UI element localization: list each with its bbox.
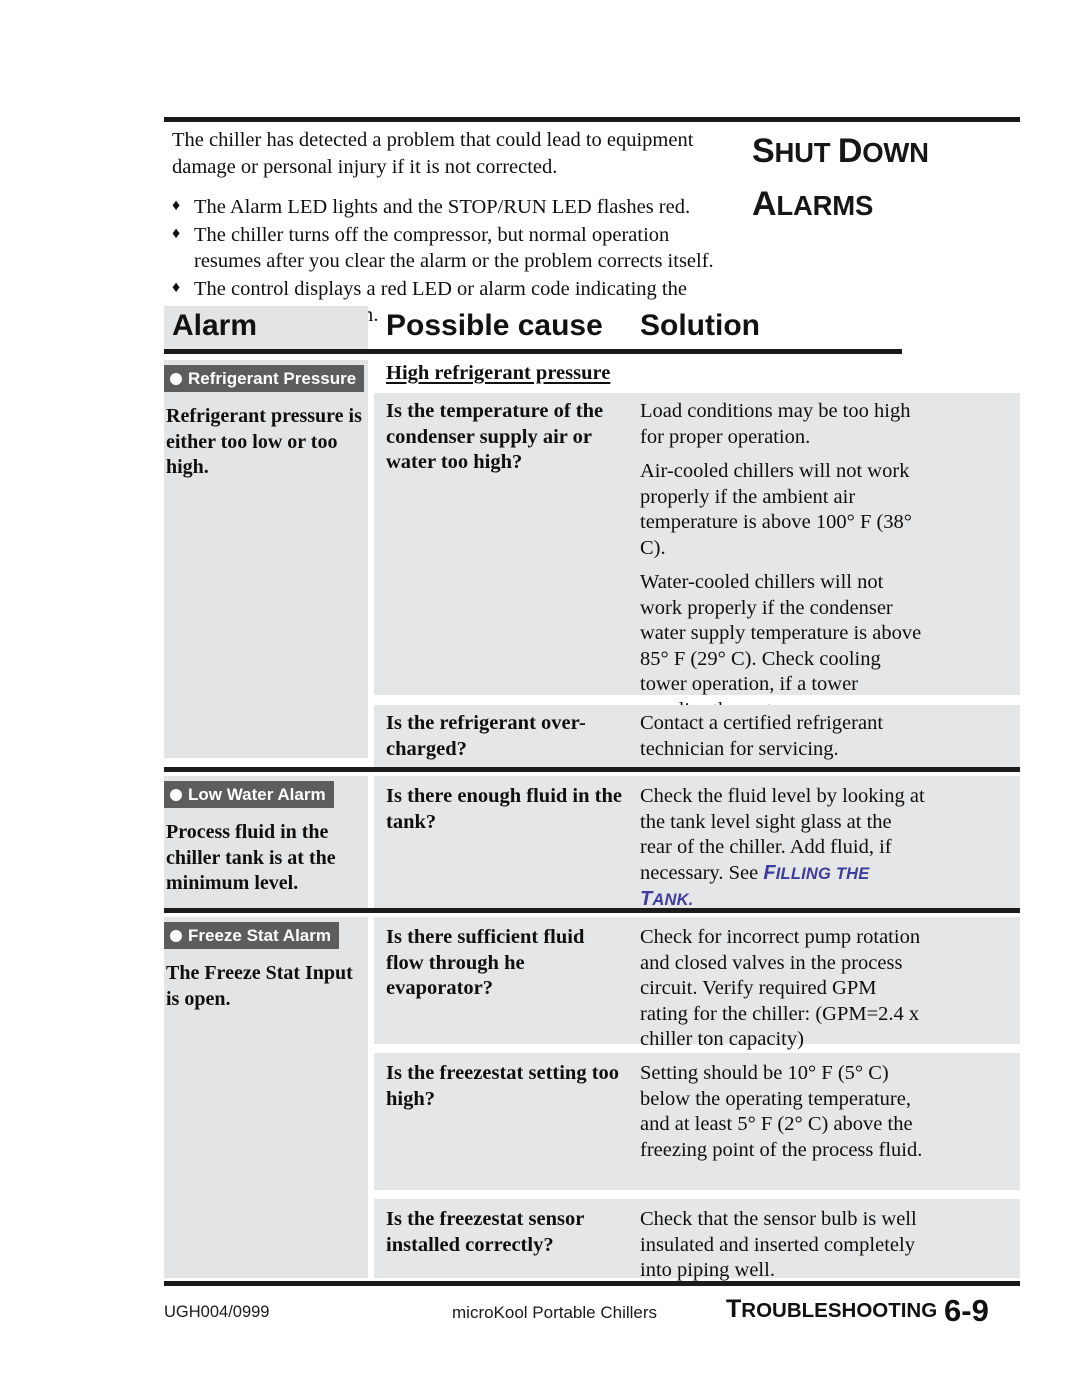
table-row: Is the refrigerant over-charged? Contact… xyxy=(374,705,1020,767)
top-horizontal-rule xyxy=(164,117,1020,122)
led-indicator-icon xyxy=(170,372,182,385)
alarm-group-low-water: Low Water Alarm Process fluid in the chi… xyxy=(164,767,1020,910)
table-row: Is there sufficient fluid flow through h… xyxy=(374,917,1020,1050)
table-row: Is the freezestat setting too high? Sett… xyxy=(374,1053,1020,1190)
status-badge-label: Freeze Stat Alarm xyxy=(188,926,331,945)
intro-block: The chiller has detected a problem that … xyxy=(172,127,728,330)
solution-paragraph: Check the fluid level by looking at the … xyxy=(640,785,925,910)
solution-cell: Check for incorrect pump rotation and cl… xyxy=(640,925,926,1053)
solution-paragraph: Check for incorrect pump rotation and cl… xyxy=(640,926,921,1050)
column-header-possible-cause: Possible cause xyxy=(386,309,603,342)
solution-paragraph: Air-cooled chillers will not work proper… xyxy=(640,460,913,559)
status-badge: Low Water Alarm xyxy=(164,781,334,808)
cause-cell: Is there sufficient fluid flow through h… xyxy=(386,926,585,999)
table-header-row: Alarm Possible cause Solution xyxy=(164,306,1020,351)
list-item-text: The chiller turns off the compressor, bu… xyxy=(194,223,714,273)
column-header-solution: Solution xyxy=(640,309,760,342)
cause-subheading-text: High refrigerant pressure xyxy=(386,362,611,384)
list-item: ♦ The chiller turns off the compressor, … xyxy=(172,222,728,275)
diamond-bullet-icon: ♦ xyxy=(172,224,181,242)
alarm-description: The Freeze Stat Input is open. xyxy=(166,962,353,1010)
table-row: Is there enough fluid in the tank? Check… xyxy=(374,776,1020,910)
bottom-horizontal-rule xyxy=(164,1281,1020,1286)
cause-cell: Is the refrigerant over-charged? xyxy=(386,712,586,760)
page-title-line-2: ALARMS xyxy=(752,185,874,223)
solution-cell: Check the fluid level by looking at the … xyxy=(640,784,926,914)
page-title: SHUT DOWN ALARMS xyxy=(752,128,1042,234)
alarm-description: Process fluid in the chiller tank is at … xyxy=(166,821,336,894)
page-footer: UGH004/0999 microKool Portable Chillers … xyxy=(164,1293,1034,1337)
led-indicator-icon xyxy=(170,929,182,942)
diamond-bullet-icon: ♦ xyxy=(172,278,181,296)
cause-cell: Is the freezestat sensor installed corre… xyxy=(386,1208,584,1256)
alarm-group-freeze-stat: Freeze Stat Alarm The Freeze Stat Input … xyxy=(164,908,1020,1281)
alarm-cell: Low Water Alarm Process fluid in the chi… xyxy=(164,776,368,909)
solution-paragraph: Water-cooled chillers will not work prop… xyxy=(640,571,922,721)
solution-cell: Check that the sensor bulb is well insul… xyxy=(640,1207,926,1284)
footer-page-number: 6-9 xyxy=(944,1293,989,1328)
table-row: Is the temperature of the condenser supp… xyxy=(374,393,1020,721)
solution-paragraph: Load conditions may be too high for prop… xyxy=(640,400,911,448)
solution-cell: Setting should be 10° F (5° C) below the… xyxy=(640,1061,926,1163)
alarm-group-refrigerant-pressure: Refrigerant Pressure Refrigerant pressur… xyxy=(164,360,1020,767)
cause-cell: Is the temperature of the condenser supp… xyxy=(386,400,604,473)
list-item-text: The Alarm LED lights and the STOP/RUN LE… xyxy=(194,196,691,218)
cause-cell: Is the freezestat setting too high? xyxy=(386,1062,620,1110)
status-badge-label: Low Water Alarm xyxy=(188,785,326,804)
document-page: The chiller has detected a problem that … xyxy=(0,0,1080,1397)
table-header-rule xyxy=(164,349,902,354)
status-badge: Refrigerant Pressure xyxy=(164,365,365,392)
diamond-bullet-icon: ♦ xyxy=(172,197,181,214)
cause-solution-rows: Is there enough fluid in the tank? Check… xyxy=(374,776,1020,910)
footer-product-name: microKool Portable Chillers xyxy=(452,1303,658,1322)
cause-cell: Is there enough fluid in the tank? xyxy=(386,785,622,833)
intro-lead-paragraph: The chiller has detected a problem that … xyxy=(172,129,694,178)
status-badge-label: Refrigerant Pressure xyxy=(188,369,357,388)
table-row: Is the freezestat sensor installed corre… xyxy=(374,1199,1020,1281)
footer-section-name: TROUBLESHOOTING xyxy=(726,1295,938,1323)
page-title-line-1: SHUT DOWN xyxy=(752,132,929,170)
solution-paragraph: Check that the sensor bulb is well insul… xyxy=(640,1208,917,1281)
alarm-description: Refrigerant pressure is either too low o… xyxy=(166,405,362,478)
footer-doc-code: UGH004/0999 xyxy=(164,1303,270,1321)
solution-cell: Load conditions may be too high for prop… xyxy=(640,399,926,723)
troubleshooting-table: Alarm Possible cause Solution xyxy=(164,306,1020,351)
solution-cell: Contact a certified refrigerant technici… xyxy=(640,711,926,762)
cause-subheading: High refrigerant pressure xyxy=(374,360,1020,393)
status-badge: Freeze Stat Alarm xyxy=(164,922,339,949)
column-header-alarm: Alarm xyxy=(172,309,258,342)
cause-solution-rows: Is there sufficient fluid flow through h… xyxy=(374,917,1020,1281)
alarm-cell: Refrigerant Pressure Refrigerant pressur… xyxy=(164,360,368,758)
led-indicator-icon xyxy=(170,788,182,801)
alarm-cell: Freeze Stat Alarm The Freeze Stat Input … xyxy=(164,917,368,1278)
solution-paragraph: Contact a certified refrigerant technici… xyxy=(640,712,884,760)
list-item: ♦ The Alarm LED lights and the STOP/RUN … xyxy=(172,194,728,221)
solution-paragraph: Setting should be 10° F (5° C) below the… xyxy=(640,1062,923,1161)
cause-solution-rows: High refrigerant pressure Is the tempera… xyxy=(374,360,1020,767)
